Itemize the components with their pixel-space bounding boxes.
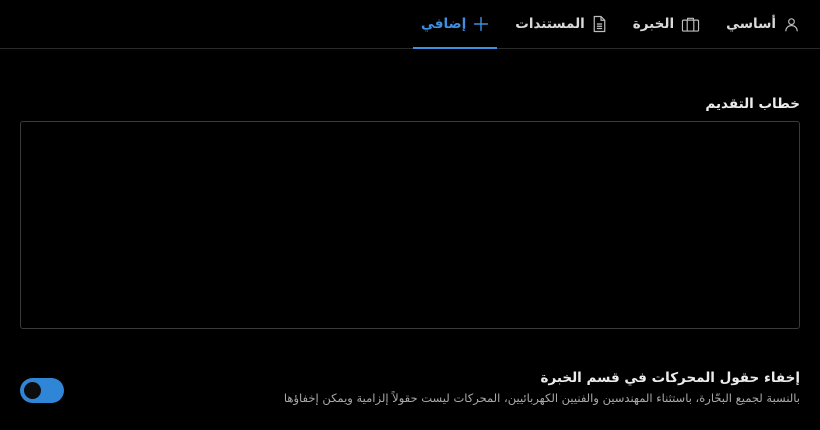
tab-basic-label: أساسي	[726, 16, 776, 32]
tab-additional[interactable]: إضافي	[413, 0, 498, 49]
briefcase-icon	[681, 16, 700, 33]
hide-engines-title: إخفاء حقول المحركات في قسم الخبرة	[540, 370, 801, 386]
tab-bar: أساسي الخبرة المستندات إضافي	[0, 0, 820, 49]
cover-letter-label: خطاب التقديم	[705, 96, 800, 112]
hide-engines-toggle[interactable]	[20, 378, 64, 403]
toggle-knob	[24, 382, 41, 399]
tab-documents-label: المستندات	[515, 16, 585, 32]
tab-experience-label: الخبرة	[632, 16, 675, 32]
tab-basic[interactable]: أساسي	[718, 0, 808, 48]
tab-documents[interactable]: المستندات	[507, 0, 615, 48]
tab-list: أساسي الخبرة المستندات إضافي	[403, 0, 808, 49]
hide-engines-description: بالنسبة لجميع البحّارة، باستثناء المهندس…	[283, 391, 800, 405]
plus-icon	[473, 16, 489, 32]
tab-experience[interactable]: الخبرة	[625, 0, 708, 48]
document-icon	[592, 15, 607, 33]
cover-letter-textarea[interactable]	[20, 121, 800, 329]
user-icon	[783, 16, 800, 33]
tab-additional-label: إضافي	[421, 16, 467, 32]
